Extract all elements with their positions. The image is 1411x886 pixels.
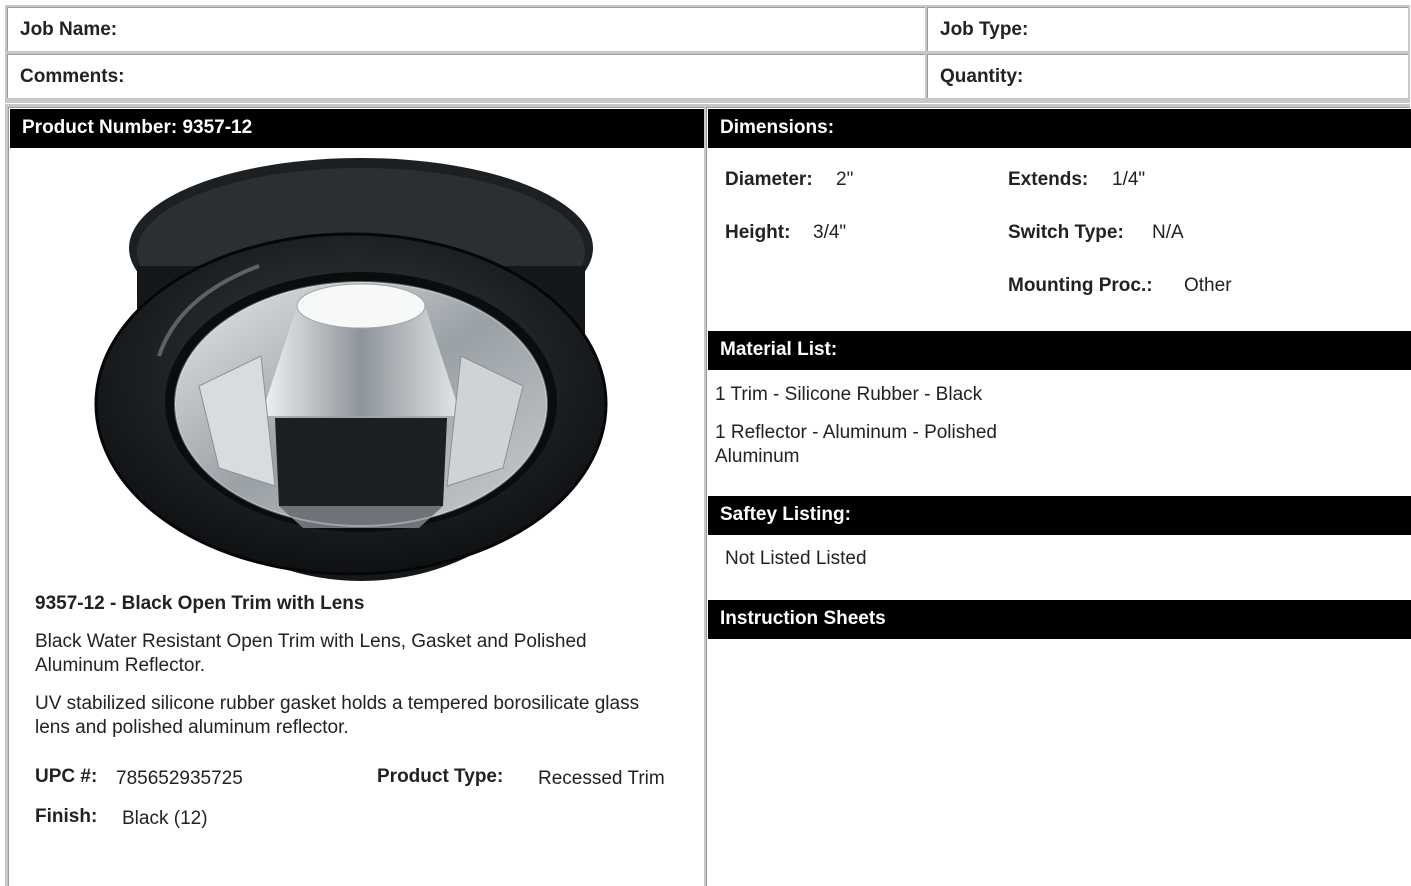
job-name-label: Job Name: — [20, 19, 118, 40]
height-value: 3/4" — [813, 222, 847, 243]
mounting-label: Mounting Proc.: — [1008, 275, 1153, 296]
upc-label: UPC #: — [35, 766, 98, 787]
product-spec-table: Product Number: 9357-12 9357-12 - Black … — [5, 104, 1411, 886]
instruction-sheets-heading: Instruction Sheets — [708, 600, 1411, 639]
quantity-cell: Quantity: — [927, 54, 1408, 98]
material-list-heading: Material List: — [708, 331, 1411, 370]
mounting-value: Other — [1184, 275, 1232, 296]
quantity-label: Quantity: — [940, 66, 1024, 87]
job-type-label: Job Type: — [940, 19, 1029, 40]
product-description-2: UV stabilized silicone rubber gasket hol… — [35, 693, 640, 738]
product-title: 9357-12 - Black Open Trim with Lens — [35, 593, 365, 614]
product-type-value: Recessed Trim — [538, 768, 665, 789]
extends-value: 1/4" — [1112, 169, 1146, 190]
finish-label: Finish: — [35, 806, 98, 827]
material-item: 1 Trim - Silicone Rubber - Black — [715, 384, 983, 405]
diameter-value: 2" — [836, 169, 854, 190]
safety-listing-heading: Saftey Listing: — [708, 496, 1411, 535]
comments-cell: Comments: — [7, 54, 925, 98]
product-panel: Product Number: 9357-12 9357-12 - Black … — [8, 107, 704, 886]
product-description-1: Black Water Resistant Open Trim with Len… — [35, 631, 587, 676]
material-item: 1 Reflector - Aluminum - Polished Alumin… — [715, 422, 997, 467]
switch-type-value: N/A — [1152, 222, 1184, 243]
product-type-label: Product Type: — [377, 766, 504, 787]
product-image — [94, 158, 608, 581]
comments-label: Comments: — [20, 66, 125, 87]
height-label: Height: — [725, 222, 791, 243]
job-type-cell: Job Type: — [927, 7, 1408, 51]
job-info-table: Job Name: Job Type: Comments: Quantity: — [5, 5, 1410, 103]
diameter-label: Diameter: — [725, 169, 813, 190]
finish-value: Black (12) — [122, 808, 208, 829]
safety-listing-value: Not Listed Listed — [725, 548, 867, 569]
job-name-cell: Job Name: — [7, 7, 925, 51]
switch-type-label: Switch Type: — [1008, 222, 1124, 243]
dimensions-heading: Dimensions: — [708, 109, 1411, 148]
upc-value: 785652935725 — [116, 768, 243, 789]
product-number-heading: Product Number: 9357-12 — [10, 109, 704, 148]
extends-label: Extends: — [1008, 169, 1089, 190]
specs-panel: Dimensions: Diameter: 2" Extends: 1/4" H… — [706, 107, 1411, 886]
